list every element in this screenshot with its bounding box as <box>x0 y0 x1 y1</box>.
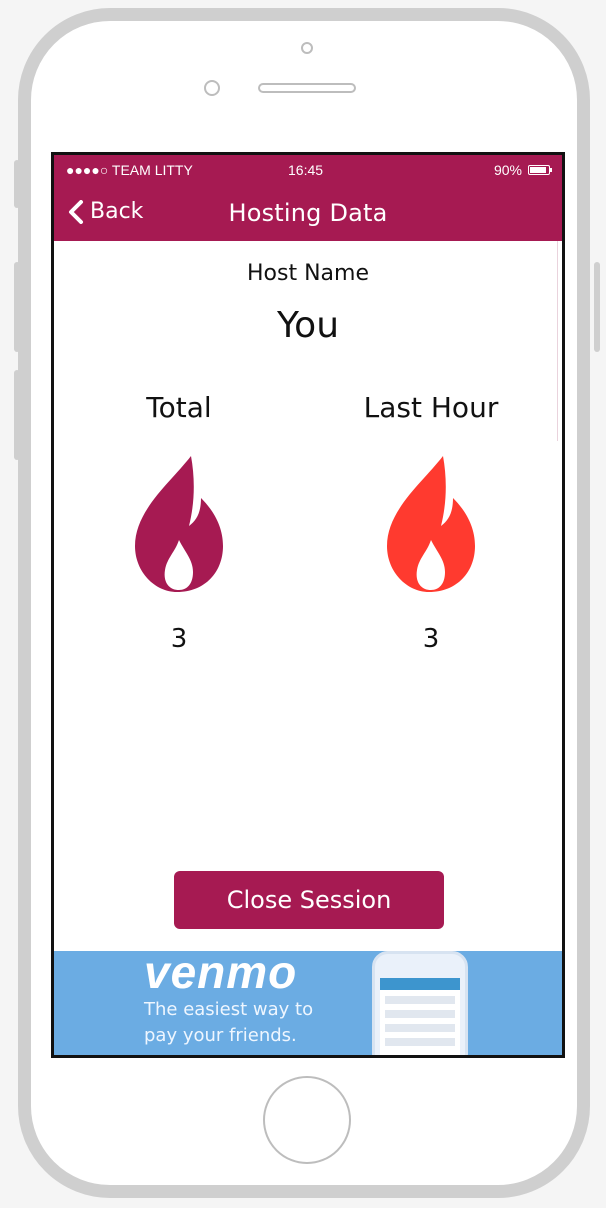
power-button <box>594 262 600 352</box>
venmo-logo: venmo <box>144 951 298 998</box>
ad-phone-screen <box>380 978 460 1055</box>
ad-phone-row <box>385 1010 455 1018</box>
page-title: Hosting Data <box>228 199 388 227</box>
host-name-label: Host Name <box>247 261 369 286</box>
last-hour-stat: Last Hour 3 <box>331 391 531 654</box>
flame-icon <box>135 456 223 592</box>
front-camera <box>301 42 313 54</box>
ad-phone-row <box>385 1024 455 1032</box>
earpiece-speaker <box>258 83 356 93</box>
ad-phone-image <box>372 951 468 1055</box>
ad-phone-row <box>385 996 455 1004</box>
ad-tagline-line1: The easiest way to <box>144 999 314 1020</box>
close-session-button[interactable]: Close Session <box>174 871 444 929</box>
app-screen: ●●●●○ TEAM LITTY 16:45 90% Back Hosting … <box>51 152 565 1058</box>
last-hour-label: Last Hour <box>363 391 499 424</box>
ad-phone-header <box>380 978 460 990</box>
ad-phone-row <box>385 1038 455 1046</box>
battery-percent: 90% <box>493 162 522 178</box>
last-hour-value: 3 <box>422 624 440 654</box>
proximity-sensor <box>204 80 220 96</box>
home-button[interactable] <box>263 1076 351 1164</box>
ad-tagline-line2: pay your friends. <box>144 1025 297 1046</box>
total-label: Total <box>146 391 212 424</box>
flame-icon <box>387 456 475 592</box>
navigation-bar: Back Hosting Data <box>54 185 562 241</box>
total-value: 3 <box>170 624 188 654</box>
total-stat: Total 3 <box>79 391 279 654</box>
host-name-value: You <box>276 305 340 346</box>
hosting-data-content: Host Name You Total 3 Last Hour 3 Close … <box>54 241 562 952</box>
carrier-label: ●●●●○ TEAM LITTY <box>66 162 193 178</box>
clock: 16:45 <box>288 162 324 178</box>
battery-indicator: 90% <box>493 162 552 178</box>
status-bar: ●●●●○ TEAM LITTY 16:45 90% <box>54 155 562 185</box>
venmo-ad-banner[interactable]: venmo The easiest way to pay your friend… <box>54 951 562 1055</box>
battery-icon <box>528 165 552 175</box>
